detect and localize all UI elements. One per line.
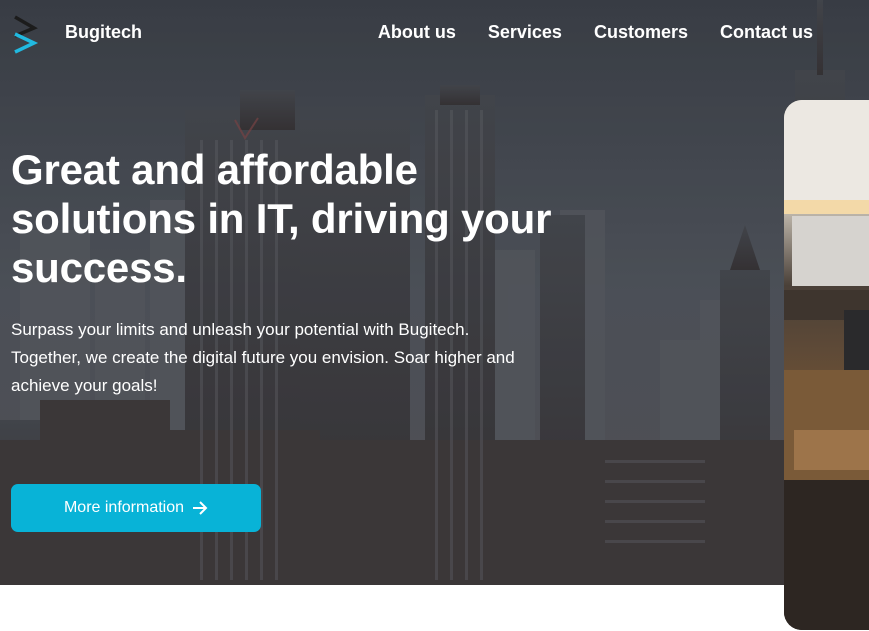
hero-section: Bugitech About us Services Customers Con… xyxy=(0,0,869,585)
arrow-right-icon xyxy=(193,501,208,515)
more-information-button[interactable]: More information xyxy=(11,484,261,532)
main-nav: About us Services Customers Contact us xyxy=(378,22,813,43)
bugitech-logo-icon[interactable] xyxy=(12,14,40,54)
nav-link-customers[interactable]: Customers xyxy=(594,22,688,43)
nav-link-about-us[interactable]: About us xyxy=(378,22,456,43)
office-photo-card xyxy=(784,100,869,630)
hero-subtext: Surpass your limits and unleash your pot… xyxy=(11,320,515,395)
nav-link-services[interactable]: Services xyxy=(488,22,562,43)
nav-link-contact-us[interactable]: Contact us xyxy=(720,22,813,43)
more-information-label: More information xyxy=(63,499,185,516)
hero-headline: Great and affordable solutions in IT, dr… xyxy=(11,146,552,291)
brand-name[interactable]: Bugitech xyxy=(65,22,142,43)
office-photo-image xyxy=(784,100,869,630)
